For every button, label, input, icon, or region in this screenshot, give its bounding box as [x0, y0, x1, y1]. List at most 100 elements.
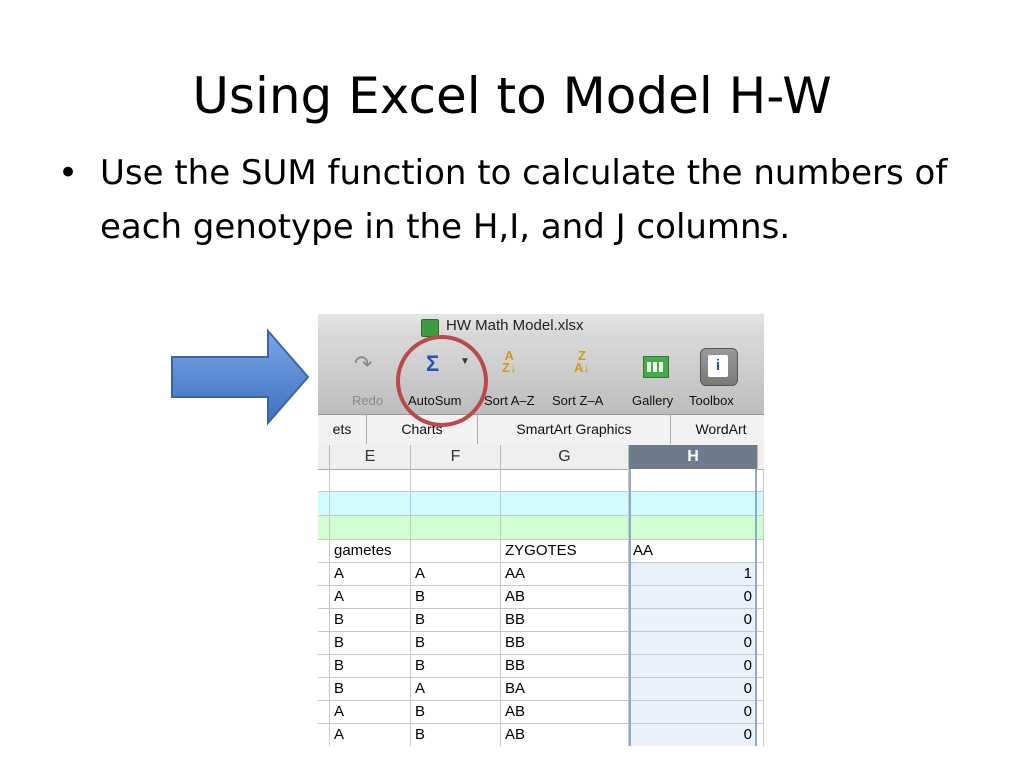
table-cell[interactable]: 0: [629, 678, 757, 701]
column-header-row: E F G H: [318, 445, 764, 470]
bullet-dot: •: [58, 153, 79, 193]
table-cell[interactable]: B: [411, 655, 501, 678]
redo-button[interactable]: ↷ Redo: [318, 340, 392, 414]
table-cell[interactable]: 0: [629, 724, 757, 746]
bullet-point: • Use the SUM function to calculate the …: [58, 146, 958, 254]
table-row: B B BB 0: [318, 655, 764, 678]
column-header-h[interactable]: H: [629, 445, 758, 469]
table-cell[interactable]: ZYGOTES: [501, 540, 629, 563]
sort-za-icon: Z A↓: [574, 348, 590, 375]
table-cell[interactable]: AB: [501, 701, 629, 724]
table-cell[interactable]: B: [330, 655, 411, 678]
gallery-icon[interactable]: [643, 356, 669, 378]
tab-smartart-graphics[interactable]: SmartArt Graphics: [478, 415, 671, 444]
table-cell[interactable]: [501, 469, 629, 492]
table-cell[interactable]: A: [330, 563, 411, 586]
table-cell[interactable]: AB: [501, 724, 629, 746]
table-cell[interactable]: A: [411, 563, 501, 586]
toolbox-button[interactable]: i: [700, 348, 738, 386]
table-cell[interactable]: B: [330, 632, 411, 655]
table-cell[interactable]: [757, 540, 764, 563]
table-cell[interactable]: B: [411, 724, 501, 746]
table-cell[interactable]: B: [411, 609, 501, 632]
table-cell[interactable]: 0: [629, 632, 757, 655]
row-header-cell[interactable]: [318, 609, 330, 632]
table-cell[interactable]: AB: [501, 586, 629, 609]
column-header-e[interactable]: E: [330, 445, 411, 469]
table-cell[interactable]: [330, 516, 411, 540]
table-cell[interactable]: 1: [629, 563, 757, 586]
table-cell[interactable]: AA: [629, 540, 757, 563]
table-cell[interactable]: 0: [629, 586, 757, 609]
row-header-cell[interactable]: [318, 469, 330, 492]
toolbox-label[interactable]: Toolbox: [689, 393, 734, 408]
table-cell[interactable]: AA: [501, 563, 629, 586]
table-cell[interactable]: A: [330, 724, 411, 746]
table-cell[interactable]: B: [411, 586, 501, 609]
table-cell[interactable]: BA: [501, 678, 629, 701]
row-header-cell[interactable]: [318, 678, 330, 701]
ribbon-tabs: ets Charts SmartArt Graphics WordArt: [318, 415, 764, 446]
tab-wordart[interactable]: WordArt: [671, 415, 764, 444]
table-cell[interactable]: [757, 492, 764, 516]
table-cell[interactable]: [757, 563, 764, 586]
table-cell[interactable]: gametes: [330, 540, 411, 563]
table-cell[interactable]: [411, 469, 501, 492]
table-cell[interactable]: [411, 516, 501, 540]
table-cell[interactable]: A: [330, 586, 411, 609]
row-header-cell[interactable]: [318, 701, 330, 724]
table-cell[interactable]: [330, 492, 411, 516]
table-cell[interactable]: [629, 492, 757, 516]
table-cell[interactable]: A: [411, 678, 501, 701]
table-cell[interactable]: [757, 516, 764, 540]
row-header-cell[interactable]: [318, 492, 330, 516]
bullet-text: Use the SUM function to calculate the nu…: [100, 153, 948, 247]
tab-sheets[interactable]: ets: [318, 415, 367, 444]
row-header-cell[interactable]: [318, 516, 330, 540]
table-cell[interactable]: [757, 609, 764, 632]
table-cell[interactable]: [629, 516, 757, 540]
gallery-label[interactable]: Gallery: [632, 393, 673, 408]
excel-screenshot: HW Math Model.xlsx ↷ Redo Σ ▼ AutoSum AZ…: [318, 314, 764, 746]
table-cell[interactable]: BB: [501, 655, 629, 678]
row-header-corner[interactable]: [318, 445, 330, 469]
table-cell[interactable]: B: [411, 632, 501, 655]
table-row: A B AB 0: [318, 701, 764, 724]
table-cell[interactable]: B: [330, 678, 411, 701]
column-header-g[interactable]: G: [501, 445, 629, 469]
table-cell[interactable]: [757, 724, 764, 746]
sort-az-button[interactable]: A Z↓ Sort A–Z: [482, 340, 552, 414]
table-cell[interactable]: B: [411, 701, 501, 724]
table-cell[interactable]: [501, 492, 629, 516]
table-cell[interactable]: B: [330, 609, 411, 632]
table-cell[interactable]: [757, 655, 764, 678]
table-cell[interactable]: [411, 540, 501, 563]
table-row: gametes ZYGOTES AA: [318, 540, 764, 563]
table-cell[interactable]: [330, 469, 411, 492]
row-header-cell[interactable]: [318, 563, 330, 586]
table-cell[interactable]: [757, 701, 764, 724]
table-cell[interactable]: 0: [629, 655, 757, 678]
table-cell[interactable]: [757, 678, 764, 701]
table-cell[interactable]: [629, 469, 757, 492]
table-cell[interactable]: [501, 516, 629, 540]
table-cell[interactable]: BB: [501, 609, 629, 632]
row-header-cell[interactable]: [318, 724, 330, 746]
row-header-cell[interactable]: [318, 540, 330, 563]
table-cell[interactable]: 0: [629, 609, 757, 632]
table-cell[interactable]: [411, 492, 501, 516]
row-header-cell[interactable]: [318, 655, 330, 678]
column-header-f[interactable]: F: [411, 445, 501, 469]
standard-toolbar: ↷ Redo Σ ▼ AutoSum A Z↓ Sort A–Z Z A↓ Sort…: [318, 340, 764, 415]
table-cell[interactable]: [757, 586, 764, 609]
autosum-highlight-circle: [396, 335, 488, 427]
table-cell[interactable]: A: [330, 701, 411, 724]
table-cell[interactable]: [757, 469, 764, 492]
table-cell[interactable]: 0: [629, 701, 757, 724]
row-header-cell[interactable]: [318, 632, 330, 655]
row-header-cell[interactable]: [318, 586, 330, 609]
table-cell[interactable]: [757, 632, 764, 655]
sort-za-button[interactable]: Z A↓ Sort Z–A: [552, 340, 622, 414]
table-cell[interactable]: BB: [501, 632, 629, 655]
arrow-icon: [171, 328, 310, 426]
